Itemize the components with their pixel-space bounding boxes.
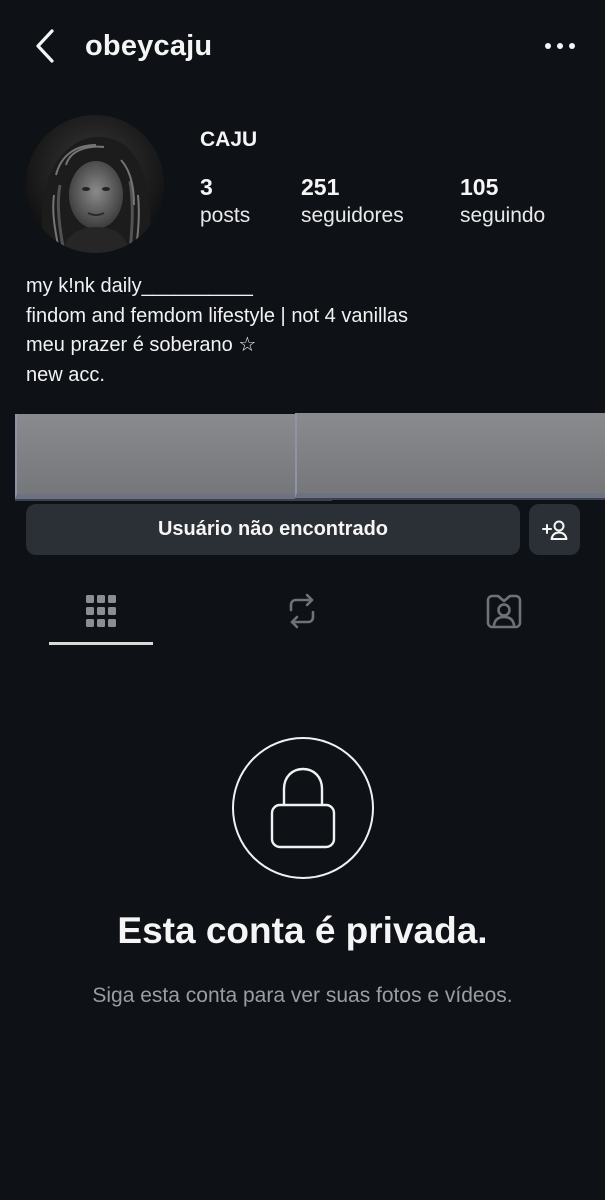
tab-tagged[interactable] xyxy=(429,586,579,636)
profile-avatar[interactable] xyxy=(26,115,164,253)
posts-stat[interactable]: 3 posts xyxy=(200,172,250,230)
chevron-left-icon xyxy=(36,29,54,63)
redacted-block xyxy=(15,414,332,499)
followers-count: 251 xyxy=(301,174,340,200)
private-account-subtitle: Siga esta conta para ver suas fotos e ví… xyxy=(92,984,513,1007)
add-user-button[interactable] xyxy=(529,504,580,555)
redacted-block xyxy=(295,413,605,498)
back-button[interactable] xyxy=(26,26,62,66)
tab-grid[interactable] xyxy=(26,586,176,636)
followers-label: seguidores xyxy=(301,204,404,227)
tagged-icon xyxy=(486,594,522,629)
user-not-found-button[interactable]: Usuário não encontrado xyxy=(26,504,520,555)
display-name: CAJU xyxy=(200,128,258,151)
active-tab-indicator xyxy=(49,642,153,645)
avatar-photo xyxy=(26,115,164,253)
followers-stat[interactable]: 251 seguidores xyxy=(301,172,404,230)
private-account-title: Esta conta é privada. xyxy=(117,910,488,951)
more-options-button[interactable] xyxy=(540,30,580,62)
profile-bio: my k!nk daily__________ findom and femdo… xyxy=(26,275,409,386)
posts-count: 3 xyxy=(200,174,213,200)
private-lock-badge xyxy=(232,737,374,879)
tab-reposts[interactable] xyxy=(227,586,377,636)
grid-icon xyxy=(86,595,116,627)
add-user-icon xyxy=(541,520,567,540)
following-label: seguindo xyxy=(460,204,546,227)
more-horizontal-icon xyxy=(545,43,575,49)
posts-label: posts xyxy=(200,204,251,227)
repost-icon xyxy=(289,593,315,629)
following-stat[interactable]: 105 seguindo xyxy=(460,172,545,230)
profile-username: obeycaju xyxy=(85,30,213,62)
lock-icon xyxy=(270,767,336,849)
following-count: 105 xyxy=(460,174,499,200)
